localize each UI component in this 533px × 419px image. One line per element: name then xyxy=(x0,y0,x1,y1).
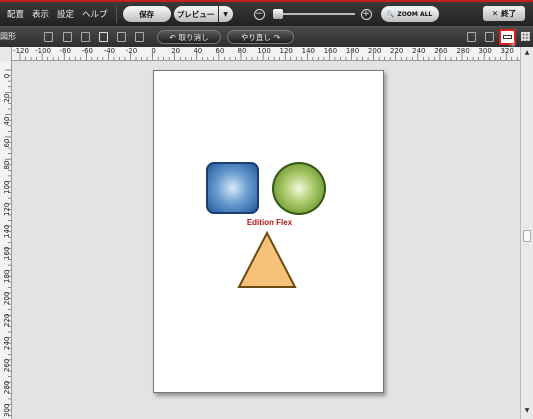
document-page[interactable]: Edition Flex xyxy=(153,70,384,393)
zoom-all-button[interactable]: 🔍 ZOOM ALL xyxy=(380,6,439,22)
paste-icon[interactable] xyxy=(81,32,90,42)
document-icon[interactable] xyxy=(44,32,53,42)
ruler-corner xyxy=(0,47,12,61)
ruler-label: 100 xyxy=(257,47,271,55)
scrollbar-thumb[interactable] xyxy=(523,230,531,242)
ruler-label: -60 xyxy=(81,47,94,55)
ruler-label: 20 xyxy=(3,93,11,103)
ruler-label: 180 xyxy=(3,269,11,283)
close-button[interactable]: ✕ 終了 xyxy=(483,6,525,21)
scroll-up-arrow-icon[interactable]: ▲ xyxy=(521,47,533,59)
chevron-down-icon: ▼ xyxy=(223,10,228,18)
redo-label: やり直し xyxy=(240,32,271,42)
ruler-label: 160 xyxy=(3,247,11,261)
ruler-label: 280 xyxy=(3,380,11,395)
ruler-label: 220 xyxy=(390,47,404,55)
ruler-label: 300 xyxy=(3,403,11,417)
ruler-label: 0 xyxy=(3,73,11,79)
ruler-label: 80 xyxy=(3,160,11,170)
vertical-ruler: 0 20 40 60 80 100 120 140 160 180 200 220 240 260 280 3… xyxy=(0,61,12,419)
page-layout-icon[interactable] xyxy=(485,32,494,42)
ruler-label: 40 xyxy=(193,47,203,55)
preview-button-group: プレビュー ▼ xyxy=(173,6,233,22)
undo-icon: ↶ xyxy=(169,32,176,42)
zoom-all-label: ZOOM ALL xyxy=(397,10,433,18)
ruler-label: 140 xyxy=(3,224,11,239)
single-page-icon[interactable] xyxy=(467,32,476,42)
ruler-label: 80 xyxy=(237,47,247,55)
close-label: 終了 xyxy=(501,9,517,18)
ruler-label: 0 xyxy=(151,47,156,55)
ruler-label: -40 xyxy=(103,47,116,55)
ruler-label: 260 xyxy=(434,47,448,55)
ruler-label: 240 xyxy=(3,336,11,350)
ruler-label: 220 xyxy=(3,313,11,328)
ruler-label: 320 xyxy=(500,47,514,55)
zoom-slider-thumb[interactable] xyxy=(272,9,283,19)
scroll-down-arrow-icon[interactable]: ▼ xyxy=(521,405,533,417)
ruler-label: 40 xyxy=(3,116,11,126)
rounded-square-shape[interactable] xyxy=(206,162,259,214)
zoom-in-icon[interactable]: + xyxy=(360,8,372,20)
grid-icon[interactable] xyxy=(521,32,530,41)
ruler-label: -120 xyxy=(13,47,29,55)
circle-shape[interactable] xyxy=(272,162,326,215)
vertical-scrollbar[interactable]: ▲ ▼ xyxy=(520,47,533,419)
triangle-shape[interactable] xyxy=(237,231,297,290)
ruler-label: -20 xyxy=(125,47,138,55)
group-icon[interactable] xyxy=(99,32,108,42)
menu-item-help[interactable]: ヘルプ xyxy=(82,8,108,20)
ruler-label: 100 xyxy=(3,180,11,194)
ruler-label: 180 xyxy=(345,47,360,55)
ruler-label: 120 xyxy=(279,47,293,55)
ruler-label: 160 xyxy=(323,47,338,55)
toolbar-divider xyxy=(115,5,117,23)
ruler-label: 60 xyxy=(215,47,225,55)
help-icon[interactable] xyxy=(135,32,144,42)
redo-icon: ↷ xyxy=(273,32,281,42)
ruler-label: 300 xyxy=(478,47,492,55)
zoom-out-icon[interactable]: − xyxy=(253,8,265,20)
ruler-label: 260 xyxy=(3,358,11,372)
edit-toolbar: 図形 ↶ 取り消し やり直し ↷ ☝ xyxy=(0,26,533,53)
shape-panel-label: 図形 xyxy=(0,32,16,41)
ruler-label: 120 xyxy=(3,202,11,216)
undo-label: 取り消し xyxy=(178,32,209,42)
ruler-label: -100 xyxy=(35,47,52,55)
menu-item-settings[interactable]: 設定 xyxy=(57,8,74,20)
zoom-slider-track xyxy=(272,13,355,15)
close-icon: ✕ xyxy=(491,9,499,18)
ruler-label: 200 xyxy=(3,291,11,305)
ruler-label: -80 xyxy=(59,47,71,55)
preview-dropdown-button[interactable]: ▼ xyxy=(218,6,233,22)
undo-button[interactable]: ↶ 取り消し xyxy=(157,30,221,44)
main-toolbar: 配置 表示 設定 ヘルプ 保存 プレビュー ▼ − + 🔍 ZOOM ALL ✕… xyxy=(0,2,533,26)
ruler-label: 240 xyxy=(412,47,426,55)
ruler-label: 20 xyxy=(171,47,181,55)
search-icon: 🔍 xyxy=(386,10,395,18)
zoom-slider[interactable] xyxy=(272,9,355,19)
trash-icon[interactable] xyxy=(117,32,126,42)
copy-icon[interactable] xyxy=(63,32,72,42)
menu-item-arrange[interactable]: 配置 xyxy=(7,8,24,20)
save-button[interactable]: 保存 xyxy=(122,6,171,22)
ruler-label: 200 xyxy=(367,47,382,55)
menu-item-view[interactable]: 表示 xyxy=(32,8,49,20)
horizontal-ruler: -120 -100 -80 -60 -40 -20 0 20 40 60 80 100 120 140 16… xyxy=(12,47,520,61)
redo-button[interactable]: やり直し ↷ xyxy=(227,30,294,44)
ruler-label: 140 xyxy=(301,47,315,55)
ruler-label: 60 xyxy=(3,138,11,148)
preview-button[interactable]: プレビュー xyxy=(173,6,218,22)
canvas-area[interactable]: Edition Flex xyxy=(12,61,520,419)
ruler-label: 280 xyxy=(456,47,470,55)
edition-flex-text[interactable]: Edition Flex xyxy=(154,218,385,227)
